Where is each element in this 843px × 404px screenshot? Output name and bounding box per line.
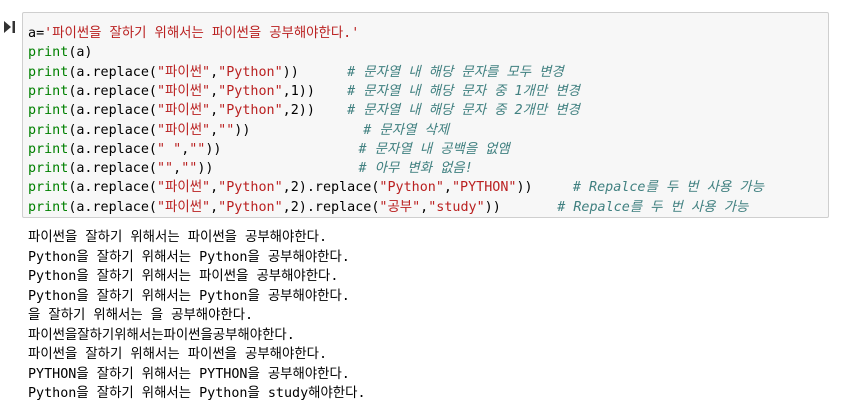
code-comment: # Repalce를 두 번 사용 가능 (500, 199, 749, 215)
code-keyword: print (28, 141, 69, 157)
run-cell-icon[interactable] (3, 19, 17, 35)
output-line: Python을 잘하기 위해서는 Python을 공부해야한다. (28, 288, 350, 304)
code-string: "Python" (218, 64, 283, 80)
code-string: "파이썬" (157, 199, 211, 215)
code-text: , (210, 199, 219, 215)
code-string: " " (157, 141, 182, 157)
code-comment: # 문자열 내 해당 문자를 모두 변경 (298, 64, 564, 80)
code-text: (a.replace( (68, 122, 157, 138)
code-line: print(a.replace("파이썬","Python",2).replac… (28, 178, 764, 198)
code-text: )) (282, 64, 299, 80)
code-string: "PYTHON" (451, 180, 517, 196)
code-string: "" (218, 122, 235, 138)
code-string: "" (157, 161, 174, 177)
code-line: a='파이썬을 잘하기 위해서는 파이썬을 공부해야한다.' (28, 24, 359, 44)
code-keyword: print (28, 64, 69, 80)
code-string: "파이썬" (157, 122, 211, 138)
code-string: "study" (428, 199, 485, 215)
code-string: "파이썬" (157, 64, 211, 80)
code-string: "파이썬" (157, 103, 211, 119)
code-line: print(a.replace("파이썬","Python",2)) # 문자열… (28, 101, 580, 121)
code-text: (a.replace( (68, 180, 157, 196)
code-line: print(a.replace("파이썬","Python")) # 문자열 내… (28, 63, 564, 83)
code-keyword: print (28, 83, 69, 99)
code-string: "파이썬" (157, 83, 211, 99)
code-text: ,1)) (282, 83, 315, 99)
code-text: )) (234, 122, 251, 138)
code-text: ,2).replace( (282, 180, 380, 196)
code-string: "파이썬" (157, 180, 211, 196)
code-text: , (210, 64, 219, 80)
code-line: print(a.replace("파이썬","")) # 문자열 삭제 (28, 121, 449, 141)
output-line: 파이썬을 잘하기 위해서는 파이썬을 공부해야한다. (28, 230, 328, 245)
output-line: 을 잘하기 위해서는 을 공부해야한다. (28, 308, 254, 323)
code-line: print(a.replace(" ","")) # 문자열 내 공백을 없앰 (28, 140, 510, 160)
cell-output: 파이썬을 잘하기 위해서는 파이썬을 공부해야한다. Python을 잘하기 위해… (28, 228, 366, 404)
code-text: , (210, 83, 219, 99)
code-keyword: print (28, 103, 69, 119)
code-string: "" (189, 141, 206, 157)
code-keyword: print (28, 45, 69, 61)
code-text: , (443, 180, 452, 196)
code-text: (a.replace( (68, 103, 157, 119)
output-line: 파이썬을잘하기위해서는파이썬을공부해야한다. (28, 327, 295, 343)
code-string: "Python" (218, 180, 283, 196)
code-string: "Python" (218, 103, 283, 119)
code-string: '파이썬을 잘하기 위해서는 파이썬을 공부해야한다.' (44, 26, 360, 41)
output-line: Python을 잘하기 위해서는 Python을 공부해야한다. (28, 249, 350, 265)
code-comment: # 문자열 내 해당 문자 중 1개만 변경 (314, 83, 580, 99)
code-keyword: print (28, 161, 69, 177)
code-text: , (210, 103, 219, 119)
code-comment: # Repalce를 두 번 사용 가능 (532, 180, 764, 196)
output-line: Python을 잘하기 위해서는 Python을 study해야한다. (28, 386, 366, 401)
code-text: (a.replace( (68, 199, 157, 215)
code-comment: # 아무 변화 없음! (213, 161, 473, 177)
code-string: "" (181, 161, 198, 177)
code-comment: # 문자열 내 해당 문자 중 2개만 변경 (314, 103, 580, 119)
code-line: print(a.replace("","")) # 아무 변화 없음! (28, 159, 473, 179)
code-comment: # 문자열 삭제 (250, 122, 450, 138)
code-string: "공부" (379, 199, 421, 215)
output-line: PYTHON을 잘하기 위해서는 PYTHON을 공부해야한다. (28, 366, 350, 382)
code-cell-input[interactable]: a='파이썬을 잘하기 위해서는 파이썬을 공부해야한다.' print(a) pr… (22, 12, 829, 218)
code-text: (a) (68, 45, 93, 61)
code-text: )) (205, 141, 222, 157)
code-text: = (36, 26, 45, 41)
code-string: "Python" (218, 83, 283, 99)
code-line: print(a.replace("파이썬","Python",2).replac… (28, 198, 748, 218)
code-keyword: print (28, 180, 69, 196)
code-text: a (28, 26, 37, 41)
code-text: ,2)) (282, 103, 315, 119)
code-keyword: print (28, 199, 69, 215)
code-string: "Python" (379, 180, 444, 196)
code-text: )) (484, 199, 501, 215)
code-string: "Python" (218, 199, 283, 215)
code-text: , (210, 180, 219, 196)
code-text: , (173, 161, 182, 177)
code-text: , (210, 122, 219, 138)
code-text: (a.replace( (68, 141, 157, 157)
code-text: (a.replace( (68, 64, 157, 80)
code-text: (a.replace( (68, 83, 157, 99)
code-text: ,2).replace( (282, 199, 380, 215)
code-line: print(a) (28, 43, 93, 63)
code-text: (a.replace( (68, 161, 157, 177)
output-line: Python을 잘하기 위해서는 파이썬을 공부해야한다. (28, 269, 339, 284)
output-line: 파이썬을 잘하기 위해서는 파이썬을 공부해야한다. (28, 347, 328, 362)
code-text: )) (516, 180, 533, 196)
code-text: )) (197, 161, 214, 177)
code-line: print(a.replace("파이썬","Python",1)) # 문자열… (28, 82, 580, 102)
code-comment: # 문자열 내 공백을 없앰 (221, 141, 510, 157)
code-keyword: print (28, 122, 69, 138)
